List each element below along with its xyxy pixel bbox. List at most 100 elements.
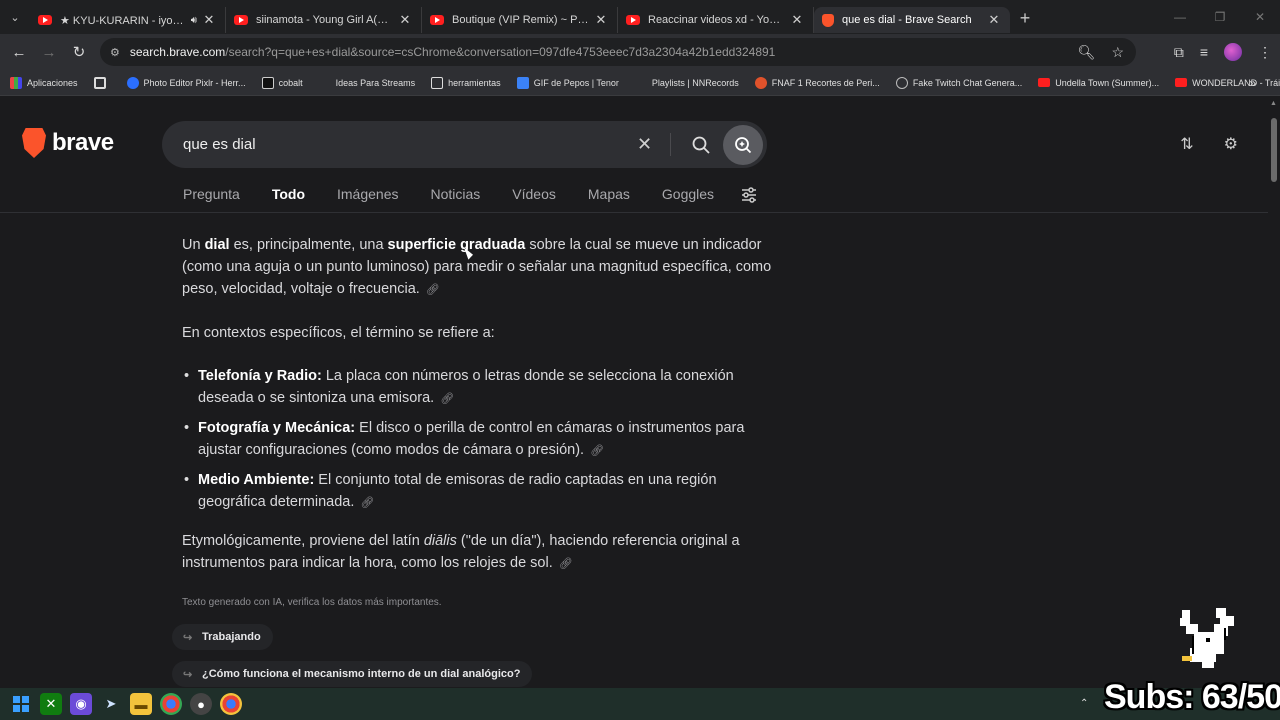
window-controls: — ❐ ✕ — [1160, 0, 1280, 34]
back-button[interactable]: ← — [4, 44, 34, 61]
close-tab-icon[interactable]: ✕ — [201, 12, 217, 28]
chrome-icon[interactable] — [160, 693, 182, 715]
tab-title: que es dial - Brave Search — [842, 14, 972, 26]
bookmark-item[interactable]: herramientas — [431, 76, 501, 89]
followup-chip[interactable]: ↪ Trabajando — [172, 624, 273, 650]
bookmark-item[interactable]: Fake Twitch Chat Genera... — [895, 76, 1022, 89]
bookmark-item[interactable]: GIF de Pepos | Tenor — [516, 76, 619, 89]
tab-imagenes[interactable]: Imágenes — [337, 186, 398, 202]
answer-italic: diālis — [423, 533, 457, 549]
file-explorer-icon[interactable]: ▬ — [130, 693, 152, 715]
speaker-icon[interactable]: 🔊︎ — [191, 15, 197, 26]
tab-pregunta[interactable]: Pregunta — [183, 186, 240, 202]
close-tab-icon[interactable]: ✕ — [986, 12, 1002, 28]
bookmark-item[interactable]: Aplicaciones — [10, 76, 78, 89]
scroll-up-icon[interactable]: ▲ — [1270, 100, 1277, 107]
close-tab-icon[interactable]: ✕ — [397, 12, 413, 28]
reload-button[interactable]: ↻ — [64, 43, 94, 61]
obs-icon[interactable]: ◉ — [70, 693, 92, 715]
pixel-bird-overlay — [1180, 608, 1234, 668]
close-tab-icon[interactable]: ✕ — [789, 12, 805, 28]
tab-goggles[interactable]: Goggles — [662, 186, 714, 202]
settings-gear-icon[interactable]: ⚙ — [1224, 134, 1238, 154]
tab-mapas[interactable]: Mapas — [588, 186, 630, 202]
tab-search-button[interactable]: ⌄ — [0, 0, 30, 34]
header-divider — [0, 212, 1268, 213]
search-icon[interactable] — [692, 136, 710, 154]
bookmark-item[interactable]: FNAF 1 Recortes de Peri... — [754, 76, 880, 89]
forward-button[interactable]: → — [34, 44, 64, 61]
scrollbar-thumb[interactable] — [1271, 118, 1277, 182]
ai-answer-button[interactable] — [723, 124, 763, 165]
menu-kebab-icon[interactable]: ⋮ — [1258, 44, 1272, 61]
tray-chevron-icon[interactable]: ⌃ — [1080, 698, 1088, 709]
steam-icon[interactable]: ➤ — [100, 693, 122, 715]
brave-logo[interactable]: brave — [22, 128, 114, 158]
ai-search-icon — [735, 136, 752, 153]
site-info-icon[interactable]: ⚙ — [110, 46, 120, 59]
bookmark-item[interactable] — [93, 76, 111, 89]
filters-icon[interactable] — [740, 186, 758, 204]
chrome-icon[interactable] — [220, 693, 242, 715]
tab-title: Boutique (VIP Remix) ~ Pokémon X an — [452, 14, 589, 26]
extensions-icon[interactable]: ⧉ — [1174, 44, 1184, 61]
followup-chip[interactable]: ↪ ¿Cómo funciona el mecanismo interno de… — [172, 661, 533, 687]
close-tab-icon[interactable]: ✕ — [593, 12, 609, 28]
source-link-icon[interactable]: 🔗︎ — [590, 445, 604, 457]
browser-tab[interactable]: Reaccinar videos xd - YouTube ✕ — [618, 7, 814, 33]
address-bar[interactable]: ⚙ search.brave.com/search?q=que+es+dial&… — [100, 38, 1136, 66]
brave-taskbar-icon[interactable]: ● — [190, 693, 212, 715]
media-control-icon[interactable]: ≡ — [1200, 44, 1208, 60]
xbox-icon[interactable]: ✕ — [40, 693, 62, 715]
answer-text: es, principalmente, una — [229, 237, 388, 253]
bookmark-star-icon[interactable]: ☆ — [1111, 44, 1124, 61]
answer-bold: dial — [204, 237, 230, 253]
bookmark-item[interactable]: Undella Town (Summer)... — [1038, 78, 1159, 88]
list-item: Fotografía y Mecánica: El disco o perill… — [184, 417, 772, 462]
browser-tab[interactable]: Boutique (VIP Remix) ~ Pokémon X an ✕ — [422, 7, 618, 33]
tab-todo[interactable]: Todo — [272, 186, 305, 202]
zoom-icon[interactable]: 🔍︎ — [1078, 44, 1096, 61]
browser-tab-active[interactable]: que es dial - Brave Search ✕ — [814, 7, 1010, 33]
bookmark-item[interactable]: cobalt — [261, 76, 303, 89]
sort-icon[interactable]: ⇅ — [1180, 134, 1193, 154]
minimize-button[interactable]: — — [1160, 10, 1200, 24]
bookmarks-bar: Aplicaciones Photo Editor Pixlr - Herr..… — [0, 70, 1280, 96]
close-window-button[interactable]: ✕ — [1240, 10, 1280, 24]
bookmark-item[interactable]: Playlists | NNRecords — [635, 77, 739, 89]
youtube-icon — [1038, 78, 1051, 87]
bookmark-label: Ideas Para Streams — [335, 77, 416, 88]
tab-strip: ⌄ ★ KYU-KURARIN - iyowa (ft. KAF 🔊︎ ✕ si… — [0, 0, 1280, 34]
search-tabs: Pregunta Todo Imágenes Noticias Vídeos M… — [183, 186, 714, 202]
tab-noticias[interactable]: Noticias — [430, 186, 480, 202]
logo-text: brave — [52, 129, 114, 156]
search-page: brave que es dial ✕ ⇅ ⚙ Pregunta Todo Im… — [0, 96, 1268, 688]
grid-icon — [93, 76, 106, 89]
new-tab-button[interactable]: + — [1010, 8, 1040, 29]
page-scrollbar[interactable]: ▲ — [1268, 96, 1280, 688]
bookmark-label: Aplicaciones — [27, 77, 78, 88]
search-box[interactable]: que es dial ✕ — [162, 121, 767, 168]
source-link-icon[interactable]: 🔗︎ — [559, 558, 573, 570]
followup-label: ¿Cómo funciona el mecanismo interno de u… — [202, 668, 521, 680]
tab-title: ★ KYU-KURARIN - iyowa (ft. KAF — [60, 14, 187, 27]
globe-icon — [895, 76, 908, 89]
source-link-icon[interactable]: 🔗︎ — [426, 284, 440, 296]
bookmark-label: Photo Editor Pixlr - Herr... — [143, 77, 246, 88]
search-query[interactable]: que es dial — [183, 136, 256, 153]
bookmarks-overflow-icon[interactable]: » — [1249, 76, 1256, 90]
folder-icon — [431, 76, 444, 89]
tab-videos[interactable]: Vídeos — [512, 186, 556, 202]
source-link-icon[interactable]: 🔗︎ — [440, 393, 454, 405]
browser-tab[interactable]: siinamota - Young Girl A(Official video … — [226, 7, 422, 33]
browser-tab[interactable]: ★ KYU-KURARIN - iyowa (ft. KAF 🔊︎ ✕ — [30, 7, 226, 33]
windows-start-icon[interactable] — [10, 693, 32, 715]
profile-avatar[interactable] — [1224, 43, 1242, 61]
bookmark-item[interactable]: Ideas Para Streams — [319, 77, 416, 89]
clear-search-icon[interactable]: ✕ — [637, 134, 652, 155]
bookmark-item[interactable]: Photo Editor Pixlr - Herr... — [126, 76, 246, 89]
source-link-icon[interactable]: 🔗︎ — [360, 497, 374, 509]
bookmark-item[interactable]: WONDERLAND - Tráiler... — [1175, 78, 1280, 88]
page-icon — [635, 77, 647, 89]
maximize-button[interactable]: ❐ — [1200, 10, 1240, 24]
